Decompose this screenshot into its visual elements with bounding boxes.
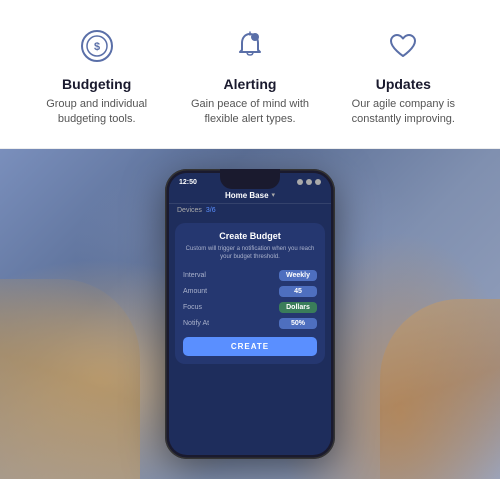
bell-icon bbox=[228, 24, 272, 68]
feature-alerting: Alerting Gain peace of mind with flexibl… bbox=[173, 24, 326, 128]
features-section: $ Budgeting Group and individual budgeti… bbox=[0, 0, 500, 149]
focus-label: Focus bbox=[183, 304, 202, 311]
battery-icon bbox=[315, 179, 321, 185]
wifi-icon bbox=[306, 179, 312, 185]
budget-row-amount: Amount 45 bbox=[183, 286, 317, 297]
status-time: 12:50 bbox=[179, 179, 197, 186]
devices-count: 3/6 bbox=[206, 207, 216, 214]
nav-arrow-icon: ▾ bbox=[272, 191, 276, 199]
coin-icon: $ bbox=[75, 24, 119, 68]
heart-icon bbox=[381, 24, 425, 68]
svg-text:$: $ bbox=[94, 41, 100, 53]
amount-value[interactable]: 45 bbox=[279, 286, 317, 297]
alerting-desc: Gain peace of mind with flexible alert t… bbox=[181, 97, 318, 128]
focus-value[interactable]: Dollars bbox=[279, 302, 317, 313]
budget-card-desc: Custom will trigger a notification when … bbox=[183, 245, 317, 262]
devices-label: Devices bbox=[177, 207, 202, 214]
updates-desc: Our agile company is constantly improvin… bbox=[335, 97, 472, 128]
phone-notch bbox=[220, 169, 280, 189]
nav-title: Home Base bbox=[225, 191, 269, 200]
photo-section: 12:50 Home Base ▾ Devices 3/6 bbox=[0, 149, 500, 479]
phone-nav[interactable]: Home Base ▾ bbox=[169, 188, 331, 204]
phone-outer: 12:50 Home Base ▾ Devices 3/6 bbox=[165, 169, 335, 459]
notify-value[interactable]: 50% bbox=[279, 318, 317, 329]
amount-label: Amount bbox=[183, 288, 207, 295]
notify-label: Notify At bbox=[183, 320, 209, 327]
budget-card: Create Budget Custom will trigger a noti… bbox=[175, 223, 325, 364]
interval-value[interactable]: Weekly bbox=[279, 270, 317, 281]
budget-card-title: Create Budget bbox=[183, 231, 317, 241]
budget-row-interval: Interval Weekly bbox=[183, 270, 317, 281]
budget-row-focus: Focus Dollars bbox=[183, 302, 317, 313]
hands-left bbox=[0, 279, 140, 479]
budgeting-desc: Group and individual budgeting tools. bbox=[28, 97, 165, 128]
feature-updates: Updates Our agile company is constantly … bbox=[327, 24, 480, 128]
devices-row: Devices 3/6 bbox=[169, 204, 331, 217]
create-button[interactable]: CREATE bbox=[183, 337, 317, 356]
feature-budgeting: $ Budgeting Group and individual budgeti… bbox=[20, 24, 173, 128]
budgeting-title: Budgeting bbox=[62, 76, 131, 92]
updates-title: Updates bbox=[376, 76, 431, 92]
status-icons bbox=[297, 179, 321, 185]
interval-label: Interval bbox=[183, 272, 206, 279]
signal-icon bbox=[297, 179, 303, 185]
phone-mockup: 12:50 Home Base ▾ Devices 3/6 bbox=[165, 169, 335, 459]
budget-row-notify: Notify At 50% bbox=[183, 318, 317, 329]
alerting-title: Alerting bbox=[224, 76, 277, 92]
phone-screen: 12:50 Home Base ▾ Devices 3/6 bbox=[169, 173, 331, 455]
